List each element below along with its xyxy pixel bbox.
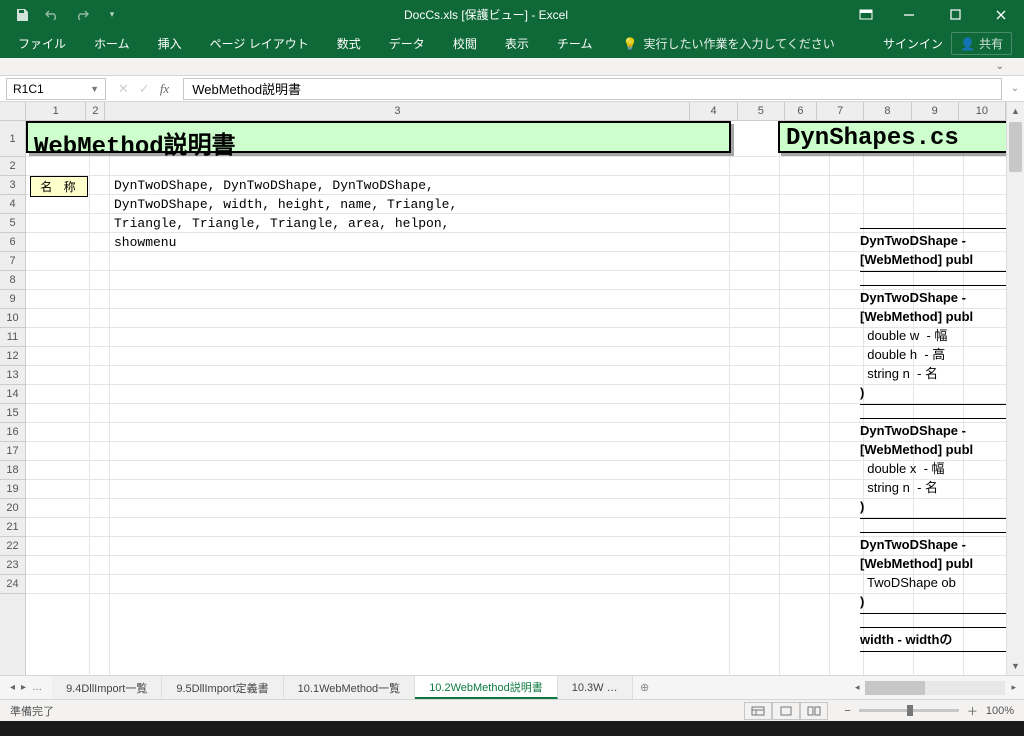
signin-link[interactable]: サインイン bbox=[883, 35, 943, 52]
enter-formula-icon[interactable]: ✓ bbox=[139, 81, 150, 97]
zoom-slider[interactable] bbox=[859, 709, 959, 712]
tab-nav-first-icon[interactable]: ◂ bbox=[10, 682, 15, 693]
sheet-tab[interactable]: 10.3W … bbox=[558, 676, 633, 699]
tab-nav-prev-icon[interactable]: ▸ bbox=[21, 682, 26, 693]
ribbon-tabstrip: ファイルホーム挿入ページ レイアウト数式データ校閲表示チーム 💡 実行したい作業… bbox=[0, 29, 1024, 58]
sheet-tab[interactable]: 10.2WebMethod説明書 bbox=[415, 676, 558, 699]
new-sheet-button[interactable]: ⊕ bbox=[633, 681, 657, 694]
select-all-corner[interactable] bbox=[0, 102, 26, 121]
expand-formula-bar-icon[interactable]: ⌄ bbox=[1006, 83, 1024, 94]
ribbon-options-icon[interactable] bbox=[846, 0, 886, 29]
hscroll-left-icon[interactable]: ◂ bbox=[853, 682, 862, 693]
normal-view-button[interactable] bbox=[744, 702, 772, 720]
column-headers[interactable]: 12345678910 bbox=[26, 102, 1006, 121]
save-icon[interactable] bbox=[8, 3, 36, 27]
tellme-icon: 💡 bbox=[622, 37, 637, 51]
sheet-tab[interactable]: 9.4DllImport一覧 bbox=[52, 676, 162, 699]
horizontal-scrollbar[interactable]: ◂ ▸ bbox=[657, 681, 1024, 695]
sheet-tab-strip: ◂ ▸ … 9.4DllImport一覧9.5DllImport定義書10.1W… bbox=[0, 675, 1024, 699]
vertical-scrollbar[interactable]: ▲ ▼ bbox=[1006, 102, 1024, 675]
tellme-input[interactable]: 実行したい作業を入力してください bbox=[643, 35, 834, 52]
share-button[interactable]: 👤 共有 bbox=[951, 32, 1012, 55]
scroll-up-icon[interactable]: ▲ bbox=[1007, 102, 1024, 120]
window-footer bbox=[0, 721, 1024, 736]
ribbon-collapse-strip: ⌄ bbox=[0, 58, 1024, 76]
ribbon-tab[interactable]: チーム bbox=[543, 29, 607, 58]
title-box-left[interactable]: WebMethod説明書 bbox=[26, 121, 731, 153]
redo-icon[interactable] bbox=[68, 3, 96, 27]
scroll-thumb[interactable] bbox=[1009, 122, 1022, 172]
window-title: DocCs.xls [保護ビュー] - Excel bbox=[126, 6, 846, 23]
title-bar: ▾ DocCs.xls [保護ビュー] - Excel bbox=[0, 0, 1024, 29]
content-line[interactable]: Triangle, Triangle, Triangle, area, help… bbox=[114, 216, 449, 231]
zoom-in-button[interactable]: ＋ bbox=[967, 703, 978, 719]
page-layout-view-button[interactable] bbox=[772, 702, 800, 720]
zoom-level[interactable]: 100% bbox=[986, 705, 1014, 717]
undo-icon[interactable] bbox=[38, 3, 66, 27]
sheet-tab[interactable]: 9.5DllImport定義書 bbox=[162, 676, 283, 699]
row-headers[interactable]: 123456789101112131415161718192021222324 bbox=[0, 121, 26, 675]
formula-bar: R1C1 ▼ ✕ ✓ fx WebMethod説明書 ⌄ bbox=[0, 76, 1024, 102]
content-line[interactable]: DynTwoDShape, width, height, name, Trian… bbox=[114, 197, 457, 212]
insert-function-icon[interactable]: fx bbox=[160, 81, 169, 97]
ribbon-tab[interactable]: ホーム bbox=[80, 29, 144, 58]
tab-nav-more-icon[interactable]: … bbox=[32, 682, 42, 693]
chevron-down-icon[interactable]: ▼ bbox=[90, 84, 99, 94]
title-box-right[interactable]: DynShapes.cs bbox=[778, 121, 1008, 153]
ribbon-tab[interactable]: データ bbox=[375, 29, 439, 58]
hscroll-thumb[interactable] bbox=[865, 681, 925, 695]
worksheet-area: 12345678910 1234567891011121314151617181… bbox=[0, 102, 1024, 675]
content-line[interactable]: DynTwoDShape, DynTwoDShape, DynTwoDShape… bbox=[114, 178, 434, 193]
page-break-view-button[interactable] bbox=[800, 702, 828, 720]
ribbon-tab[interactable]: 校閲 bbox=[439, 29, 491, 58]
zoom-out-button[interactable]: − bbox=[844, 705, 850, 717]
share-icon: 👤 bbox=[960, 37, 975, 51]
ribbon-tab[interactable]: ファイル bbox=[4, 29, 80, 58]
method-section[interactable]: DynTwoDShape - [WebMethod] publ bbox=[860, 228, 1024, 272]
ribbon-tab[interactable]: 数式 bbox=[323, 29, 375, 58]
name-box[interactable]: R1C1 ▼ bbox=[6, 78, 106, 100]
maximize-button[interactable] bbox=[932, 0, 978, 29]
close-button[interactable] bbox=[978, 0, 1024, 29]
content-line[interactable]: showmenu bbox=[114, 235, 176, 250]
ribbon-tab[interactable]: 表示 bbox=[491, 29, 543, 58]
label-name-cell[interactable]: 名 称 bbox=[30, 176, 88, 197]
method-section[interactable]: DynTwoDShape - [WebMethod] publ double x… bbox=[860, 418, 1024, 519]
method-section[interactable]: DynTwoDShape - [WebMethod] publ double w… bbox=[860, 285, 1024, 405]
hscroll-right-icon[interactable]: ▸ bbox=[1009, 682, 1018, 693]
formula-input[interactable]: WebMethod説明書 bbox=[183, 78, 1002, 100]
status-text: 準備完了 bbox=[10, 703, 744, 719]
sheet-tab[interactable]: 10.1WebMethod一覧 bbox=[284, 676, 416, 699]
cells-grid[interactable]: WebMethod説明書 DynShapes.cs 名 称 DynTwoDShape,… bbox=[26, 121, 1006, 675]
cancel-formula-icon[interactable]: ✕ bbox=[118, 81, 129, 97]
ribbon-expand-icon[interactable]: ⌄ bbox=[996, 61, 1004, 72]
scroll-down-icon[interactable]: ▼ bbox=[1007, 657, 1024, 675]
ribbon-tab[interactable]: 挿入 bbox=[144, 29, 196, 58]
ribbon-tab[interactable]: ページ レイアウト bbox=[196, 29, 323, 58]
method-section[interactable]: DynTwoDShape - [WebMethod] publ TwoDShap… bbox=[860, 532, 1024, 614]
status-bar: 準備完了 − ＋ 100% bbox=[0, 699, 1024, 721]
minimize-button[interactable] bbox=[886, 0, 932, 29]
qat-customize-icon[interactable]: ▾ bbox=[98, 3, 126, 27]
method-section[interactable]: width - widthの bbox=[860, 627, 1024, 652]
